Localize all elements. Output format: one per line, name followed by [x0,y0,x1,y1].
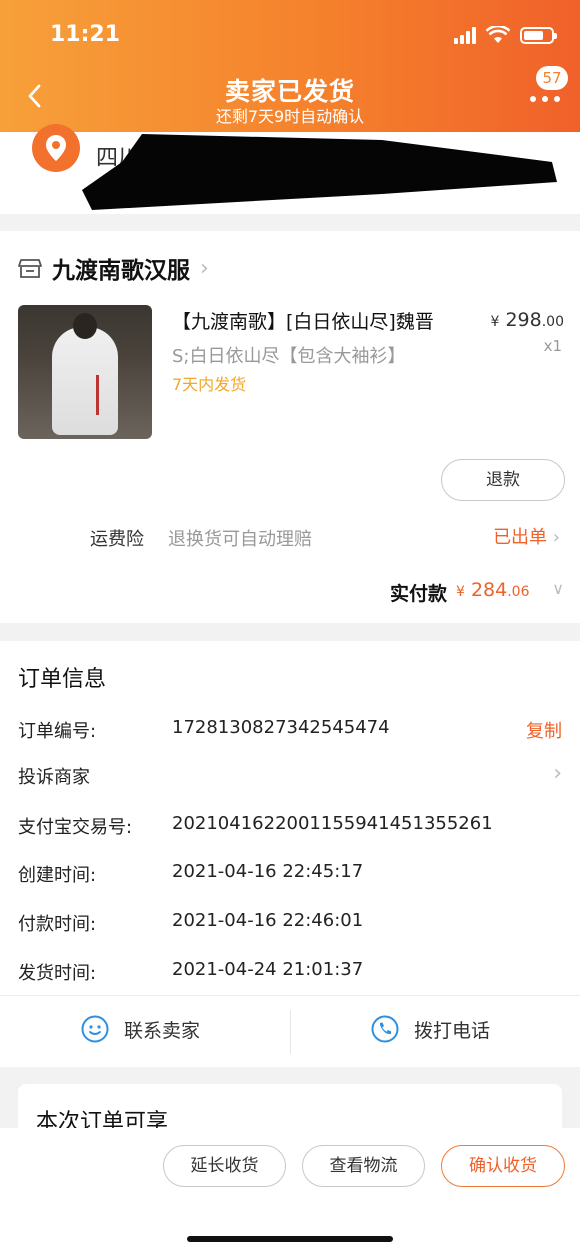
battery-icon [520,26,557,44]
order-info-card: 订单信息 订单编号: 1728130827342545474 复制 投诉商家 ›… [0,641,580,995]
shipped-time: 2021-04-24 21:01:37 [172,959,364,980]
chevron-right-icon: › [200,255,209,281]
created-time: 2021-04-16 22:45:17 [172,861,364,882]
complain-seller-link[interactable]: 投诉商家 [18,763,90,789]
shop-name: 九渡南歌汉服 [52,258,190,284]
shipped-time-label: 发货时间: [18,963,97,984]
alipay-trade-number: 2021041622001155941451355261 [172,813,493,834]
chevron-down-icon[interactable]: ∨ [552,579,564,598]
copy-order-number-button[interactable]: 复制 [526,717,562,743]
redaction-scribble [82,134,557,210]
order-item-card: 九渡南歌汉服 › 【九渡南歌】[白日依山尽]魏晋 S;白日依山尽【包含大袖衫】 … [0,231,580,623]
contact-seller-label: 联系卖家 [124,1019,201,1042]
shop-header[interactable]: 九渡南歌汉服 › [18,251,209,285]
shipping-insurance-desc: 退换货可自动理赔 [168,529,312,550]
ship-within-note: 7天内发货 [172,375,247,394]
paid-time: 2021-04-16 22:46:01 [172,910,364,931]
confirm-receipt-button[interactable]: 确认收货 [441,1145,565,1187]
phone-icon [371,1015,399,1043]
paid-time-label: 付款时间: [18,914,97,935]
call-phone-label: 拨打电话 [414,1019,491,1042]
message-count-badge: 57 [536,66,568,90]
shipping-insurance-status[interactable]: 已出单 › [493,523,560,549]
chat-bubble-icon [81,1015,109,1043]
order-number: 1728130827342545474 [172,717,390,738]
auto-confirm-countdown: 还剩7天9时自动确认 [215,107,365,126]
product-quantity: x1 [543,337,562,355]
product-title[interactable]: 【九渡南歌】[白日依山尽]魏晋 [172,307,472,334]
store-icon [18,259,42,278]
refund-button[interactable]: 退款 [441,459,565,501]
product-sku: S;白日依山尽【包含大袖衫】 [172,346,406,367]
status-icons [454,26,557,44]
call-phone-button[interactable]: 拨打电话 [370,1014,490,1044]
contact-bar: 联系卖家 拨打电话 [0,995,580,1067]
location-pin-icon [32,124,80,172]
more-dots-icon [530,96,560,102]
wifi-icon [486,26,510,43]
chevron-right-icon[interactable]: › [553,761,562,786]
contact-seller-button[interactable]: 联系卖家 [80,1014,200,1044]
paid-amount-label: 实付款 [390,583,448,605]
divider [290,1010,291,1054]
alipay-trade-label: 支付宝交易号: [18,817,133,838]
status-time: 11:21 [50,22,121,47]
home-indicator [187,1236,393,1242]
extend-receipt-button[interactable]: 延长收货 [163,1145,286,1187]
signal-icon [454,26,476,44]
created-time-label: 创建时间: [18,865,97,886]
product-price: ¥ 298.00 [490,309,565,331]
order-number-label: 订单编号: [18,721,97,742]
view-logistics-button[interactable]: 查看物流 [302,1145,425,1187]
header-bar: 11:21 卖家已发货 还剩7天9时自动确认 57 [0,0,580,132]
bottom-action-bar: 延长收货 查看物流 确认收货 [0,1128,580,1255]
product-image[interactable] [18,305,152,439]
shipping-address[interactable]: 四川省 源北路99号 [0,124,580,214]
order-info-title: 订单信息 [18,667,107,692]
shipping-insurance-label: 运费险 [90,529,144,550]
message-button[interactable]: 57 [524,66,568,106]
paid-amount: ¥ 284.06 [456,579,530,601]
